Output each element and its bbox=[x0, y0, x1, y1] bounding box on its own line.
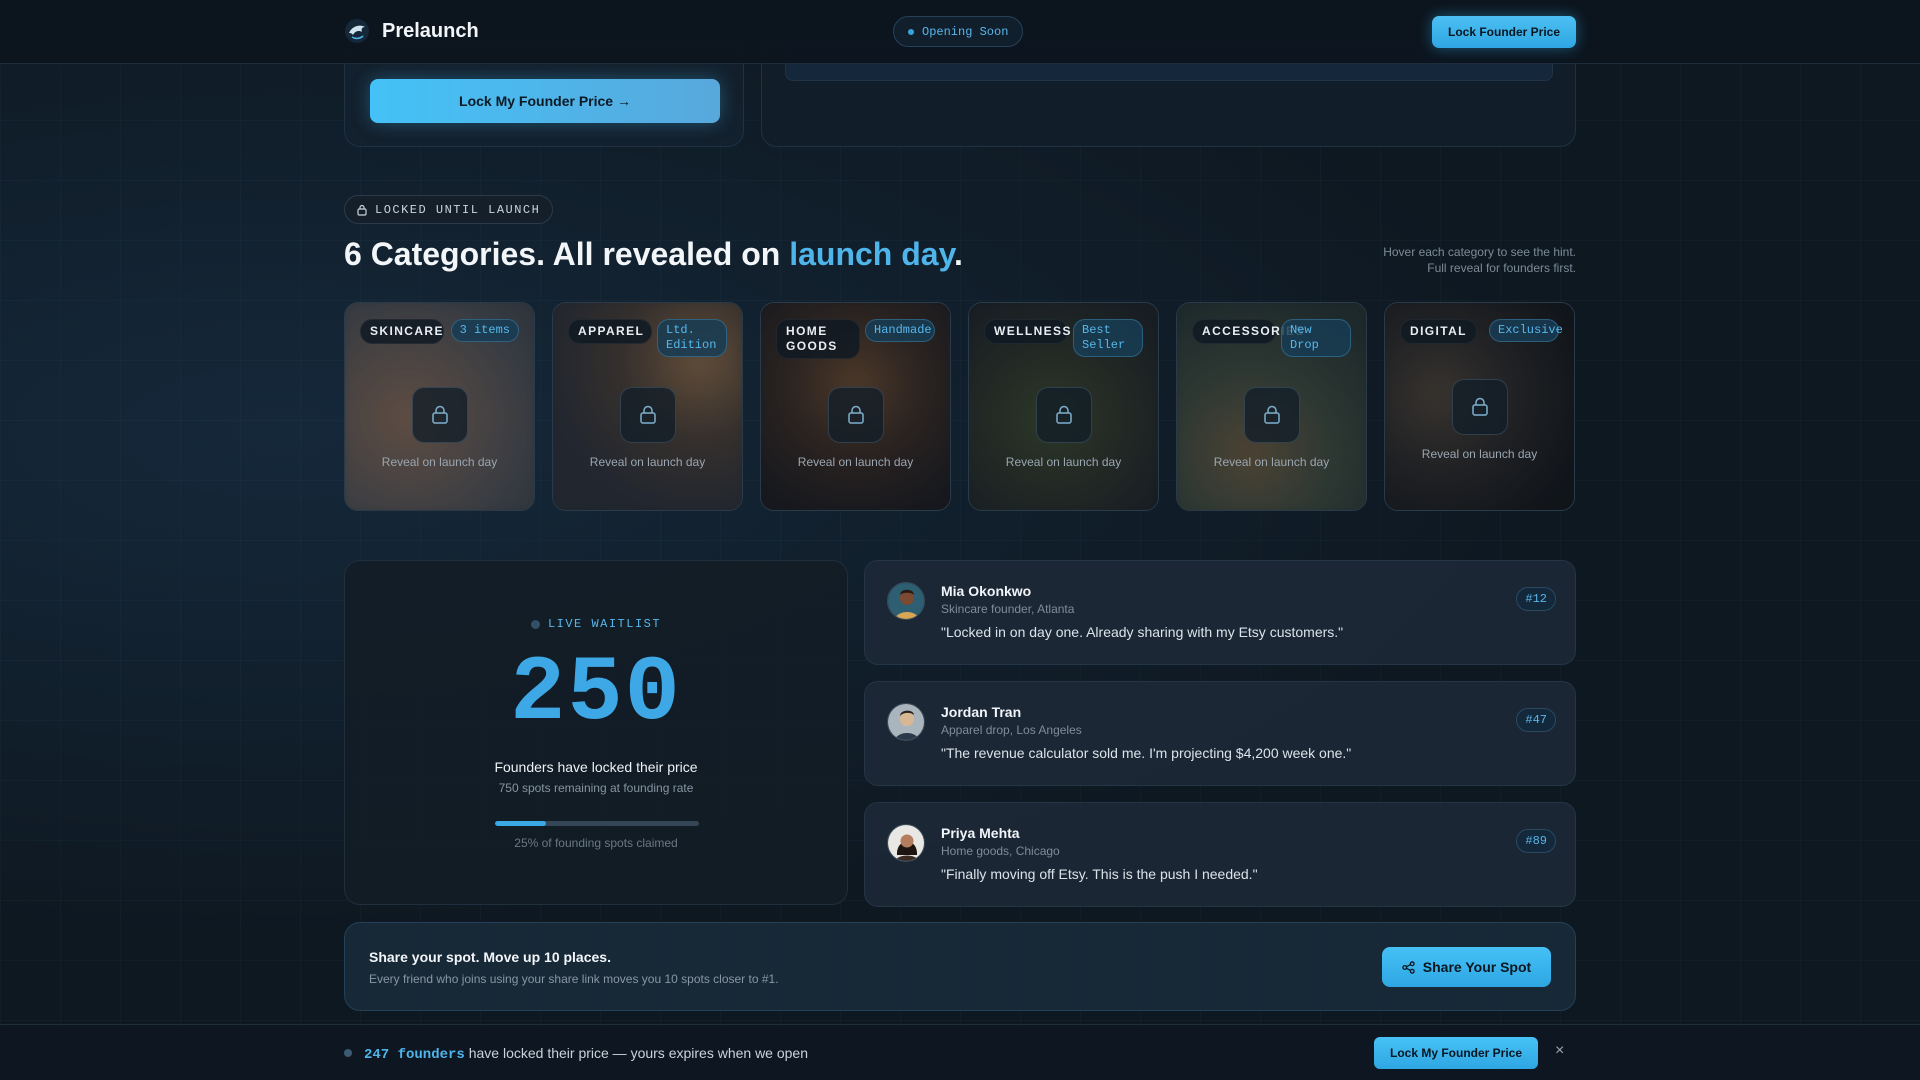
category-card-home-goods[interactable]: HOME GOODS Handmade Reveal on launch day bbox=[760, 302, 951, 511]
top-nav: Prelaunch Opening Soon Lock Founder Pric… bbox=[0, 0, 1920, 64]
title-prefix: 6 Categories. All revealed on bbox=[344, 236, 790, 272]
category-tag: New Drop bbox=[1281, 319, 1351, 357]
dolphin-logo-icon bbox=[345, 19, 369, 43]
category-tag: Exclusive bbox=[1489, 319, 1563, 342]
founder-count: 247 founders bbox=[364, 1047, 465, 1063]
lock-icon bbox=[1244, 387, 1300, 443]
testimonial-quote: "Finally moving off Etsy. This is the pu… bbox=[941, 866, 1258, 882]
category-label: ACCESSORIES bbox=[1192, 319, 1303, 344]
testimonial-name: Priya Mehta bbox=[941, 825, 1020, 841]
testimonial-role: Apparel drop, Los Angeles bbox=[941, 723, 1082, 737]
status-badge: Opening Soon bbox=[893, 16, 1024, 47]
lock-founder-price-button[interactable]: Lock Founder Price bbox=[1432, 16, 1576, 48]
category-label: WELLNESS bbox=[984, 319, 1070, 344]
testimonial-quote: "The revenue calculator sold me. I'm pro… bbox=[941, 745, 1352, 761]
reveal-text: Reveal on launch day bbox=[797, 455, 914, 469]
testimonial-name: Mia Okonkwo bbox=[941, 583, 1032, 599]
progress-label: 25% of founding spots claimed bbox=[514, 836, 678, 850]
hover-hint: Hover each category to see the hint. Ful… bbox=[1383, 244, 1576, 276]
share-your-spot-button[interactable]: Share Your Spot bbox=[1382, 947, 1551, 987]
category-tag: Best Seller bbox=[1073, 319, 1143, 357]
waitlist-card: LIVE WAITLIST 250 Founders have locked t… bbox=[344, 560, 848, 905]
waitlist-rank-badge: #89 bbox=[1516, 829, 1556, 853]
hint-line-1: Hover each category to see the hint. bbox=[1383, 245, 1576, 259]
testimonial-quote: "Locked in on day one. Already sharing w… bbox=[941, 624, 1344, 640]
testimonial-card: Jordan Tran Apparel drop, Los Angeles "T… bbox=[864, 681, 1576, 786]
testimonial-card: Mia Okonkwo Skincare founder, Atlanta "L… bbox=[864, 560, 1576, 665]
founding-spots-progress bbox=[495, 821, 699, 826]
category-label: APPAREL bbox=[568, 319, 652, 344]
locked-badge: LOCKED UNTIL LAUNCH bbox=[344, 195, 554, 224]
lock-icon bbox=[412, 387, 468, 443]
status-text: Opening Soon bbox=[922, 24, 1009, 39]
category-tag: Handmade bbox=[865, 319, 935, 342]
lock-icon bbox=[1036, 387, 1092, 443]
reveal-text: Reveal on launch day bbox=[381, 455, 498, 469]
category-label: SKINCARE bbox=[360, 319, 444, 344]
live-dot bbox=[530, 619, 540, 629]
lock-icon bbox=[1452, 379, 1508, 435]
category-card-accessories[interactable]: ACCESSORIES New Drop Reveal on launch da… bbox=[1176, 302, 1367, 511]
reveal-text: Reveal on launch day bbox=[1005, 455, 1122, 469]
lock-my-founder-price-button[interactable]: Lock My Founder Price → bbox=[370, 79, 720, 123]
section-title: 6 Categories. All revealed on launch day… bbox=[344, 236, 963, 273]
avatar bbox=[887, 582, 925, 620]
live-waitlist-badge: LIVE WAITLIST bbox=[345, 617, 847, 631]
waitlist-rank-badge: #47 bbox=[1516, 708, 1556, 732]
testimonial-role: Home goods, Chicago bbox=[941, 844, 1060, 858]
testimonial-name: Jordan Tran bbox=[941, 704, 1022, 720]
reveal-text: Reveal on launch day bbox=[1213, 455, 1330, 469]
status-dot bbox=[908, 28, 914, 35]
close-icon[interactable]: × bbox=[1555, 1042, 1564, 1060]
category-card-apparel[interactable]: APPAREL Ltd. Edition Reveal on launch da… bbox=[552, 302, 743, 511]
lock-icon bbox=[357, 204, 367, 216]
brand-name: Prelaunch bbox=[382, 19, 479, 42]
sticky-bottom-bar: 247 founders have locked their price — y… bbox=[0, 1024, 1920, 1080]
progress-fill bbox=[495, 821, 546, 826]
category-card-wellness[interactable]: WELLNESS Best Seller Reveal on launch da… bbox=[968, 302, 1159, 511]
share-card: Share your spot. Move up 10 places. Ever… bbox=[344, 922, 1576, 1011]
hint-line-2: Full reveal for founders first. bbox=[1427, 261, 1576, 275]
waitlist-subtitle: 750 spots remaining at founding rate bbox=[498, 781, 694, 795]
waitlist-rank-badge: #12 bbox=[1516, 587, 1556, 611]
category-card-digital[interactable]: DIGITAL Exclusive Reveal on launch day bbox=[1384, 302, 1575, 511]
reveal-text: Reveal on launch day bbox=[589, 455, 706, 469]
testimonial-card: Priya Mehta Home goods, Chicago "Finally… bbox=[864, 802, 1576, 907]
waitlist-title: Founders have locked their price bbox=[494, 759, 698, 775]
share-subtitle: Every friend who joins using your share … bbox=[369, 972, 779, 986]
lock-icon bbox=[828, 387, 884, 443]
live-waitlist-text: LIVE WAITLIST bbox=[547, 617, 662, 631]
testimonial-role: Skincare founder, Atlanta bbox=[941, 602, 1075, 616]
title-suffix: . bbox=[953, 236, 963, 272]
bottom-bar-text: have locked their price — yours expires … bbox=[464, 1045, 809, 1061]
category-tag: Ltd. Edition bbox=[657, 319, 727, 357]
share-icon bbox=[1402, 960, 1415, 974]
category-card-skincare[interactable]: SKINCARE 3 items Reveal on launch day bbox=[344, 302, 535, 511]
avatar bbox=[887, 703, 925, 741]
locked-badge-text: LOCKED UNTIL LAUNCH bbox=[375, 202, 541, 217]
reveal-text: Reveal on launch day bbox=[1421, 447, 1538, 461]
share-title: Share your spot. Move up 10 places. bbox=[369, 949, 611, 965]
share-button-label: Share Your Spot bbox=[1422, 959, 1532, 975]
waitlist-count: 250 bbox=[510, 641, 682, 746]
bottom-bar-message: 247 founders have locked their price — y… bbox=[364, 1045, 808, 1063]
category-tag: 3 items bbox=[450, 319, 519, 342]
bottom-lock-founder-price-button[interactable]: Lock My Founder Price bbox=[1374, 1037, 1538, 1069]
lock-icon bbox=[620, 387, 676, 443]
live-dot bbox=[344, 1049, 352, 1057]
category-label: DIGITAL bbox=[1400, 319, 1477, 344]
title-accent: launch day bbox=[789, 236, 954, 272]
category-label: HOME GOODS bbox=[776, 319, 860, 359]
avatar bbox=[887, 824, 925, 862]
brand[interactable]: Prelaunch bbox=[344, 18, 479, 44]
